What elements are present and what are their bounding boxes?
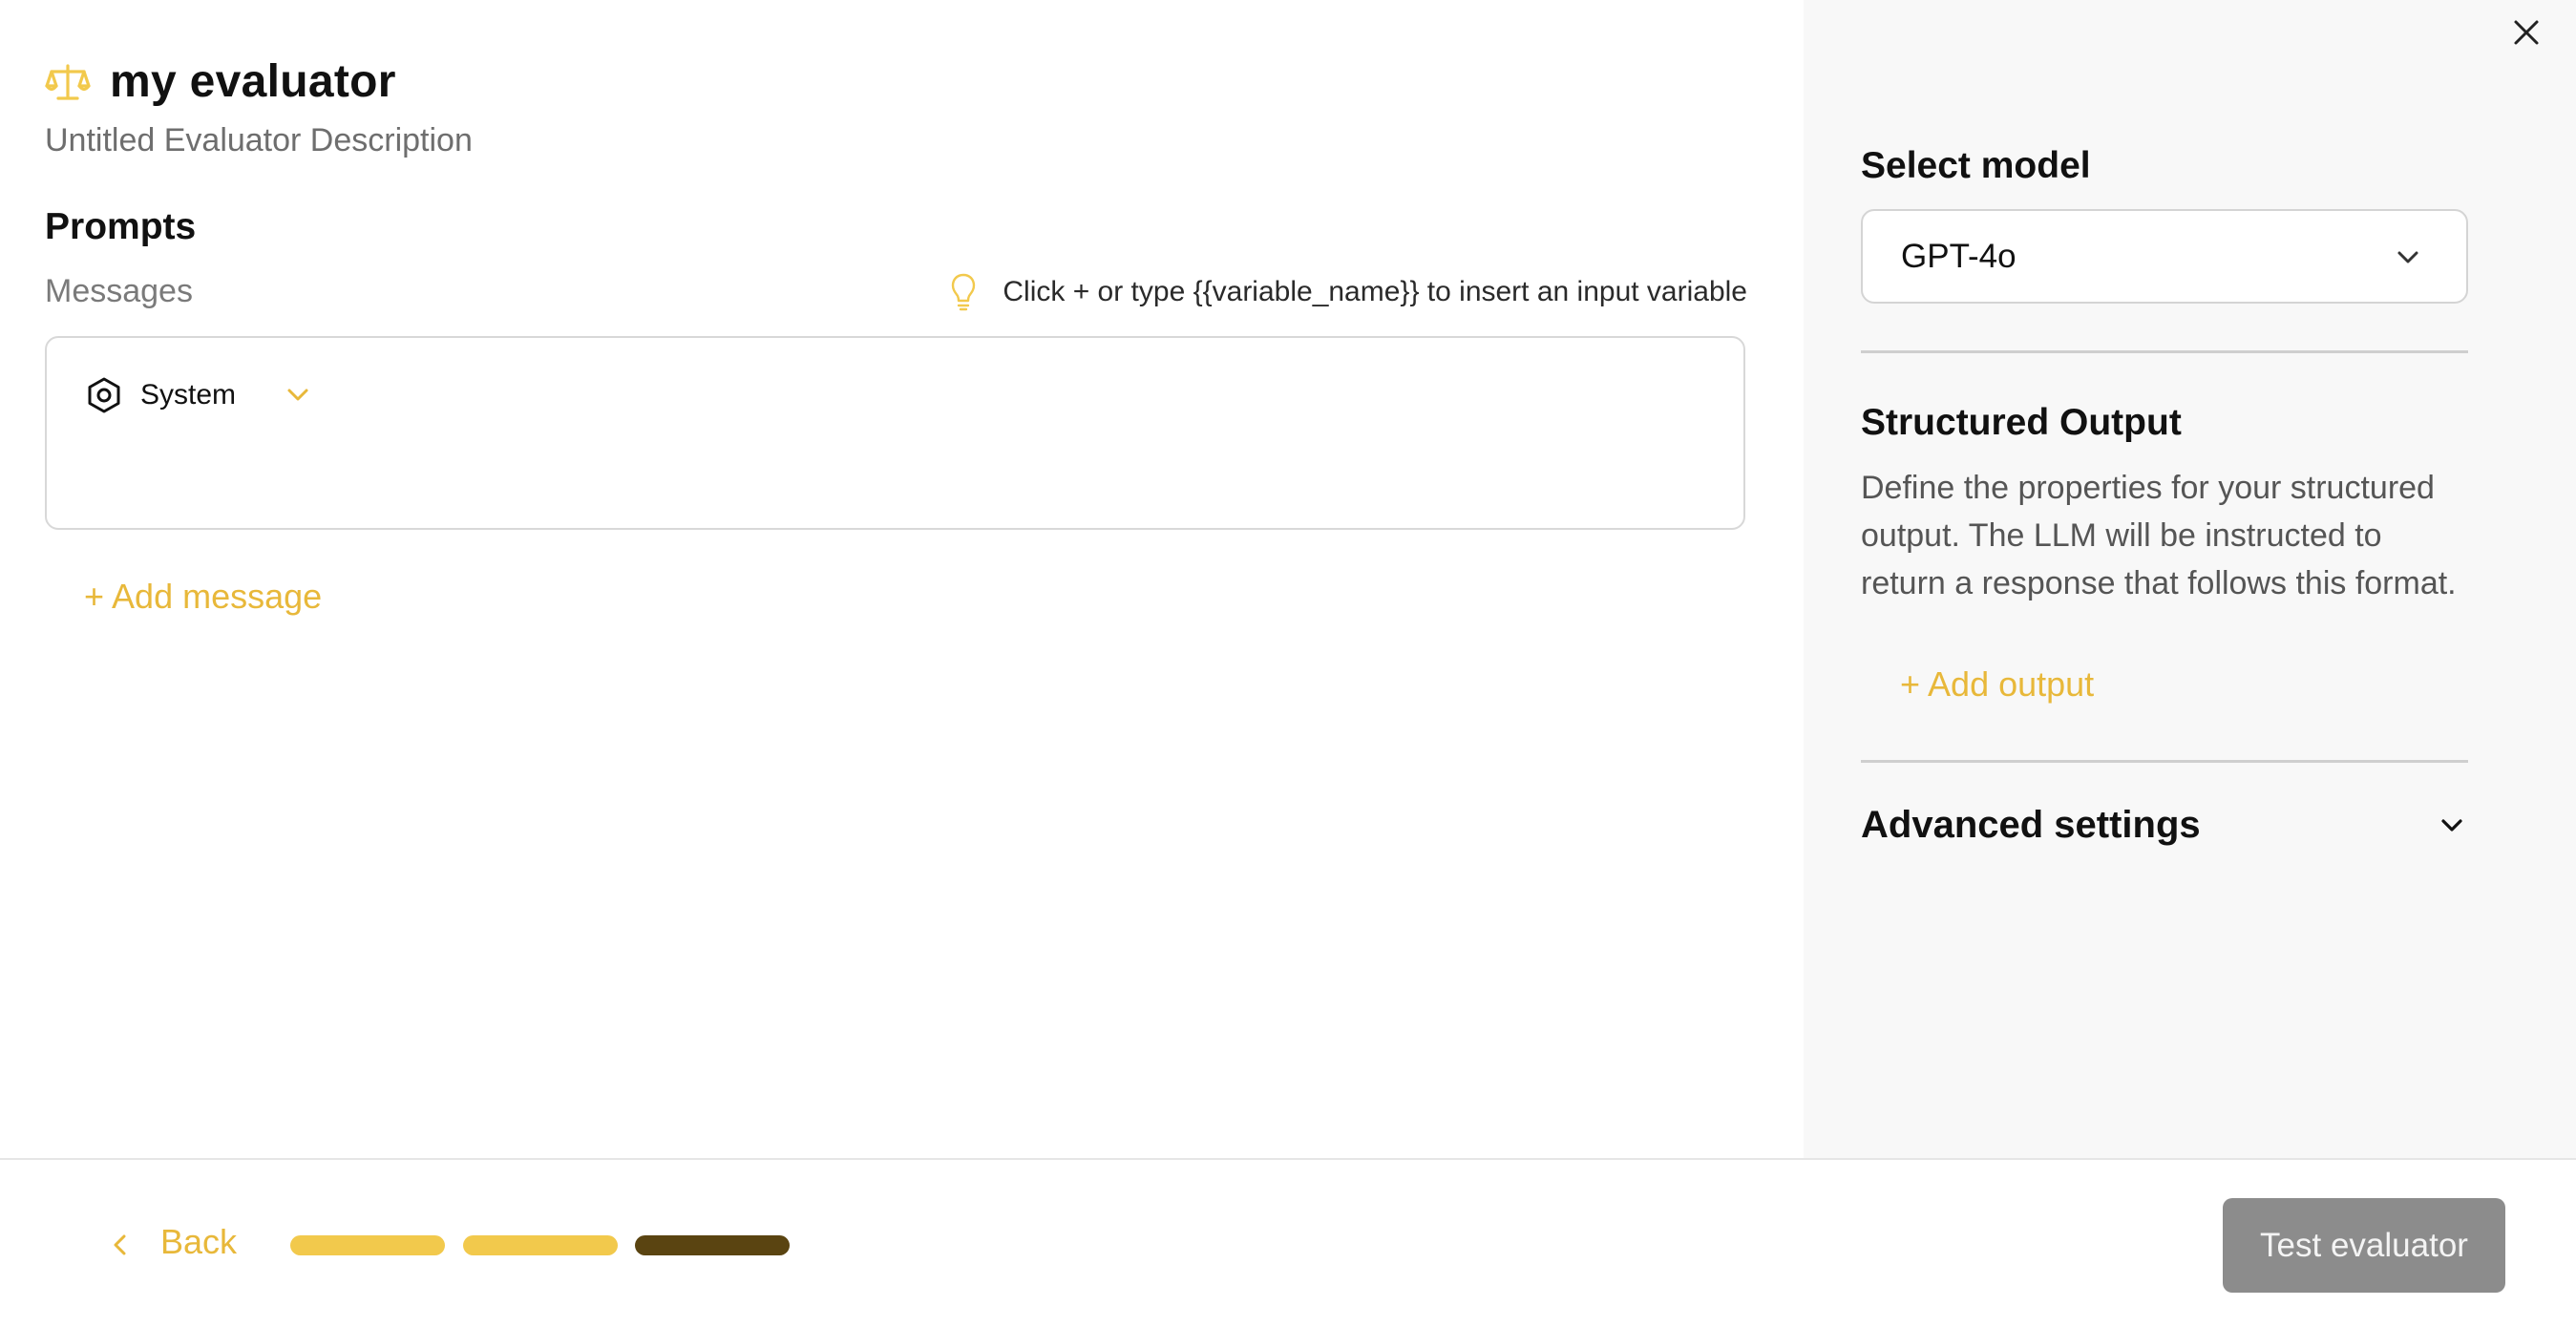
message-role-label: System — [140, 379, 237, 411]
message-card[interactable]: System — [45, 336, 1745, 530]
chevron-down-icon — [2436, 810, 2468, 842]
close-icon[interactable] — [2509, 15, 2544, 50]
variable-hint: Click + or type {{variable_name}} to ins… — [949, 272, 1747, 312]
add-message-button[interactable]: + Add message — [84, 577, 322, 617]
message-role-selector[interactable]: System — [85, 376, 314, 414]
prompts-heading: Prompts — [45, 206, 197, 247]
scale-icon — [45, 63, 91, 101]
chevron-down-icon[interactable] — [282, 379, 314, 411]
model-select[interactable]: GPT-4o — [1861, 209, 2468, 304]
variable-hint-text: Click + or type {{variable_name}} to ins… — [1003, 276, 1747, 307]
select-model-heading: Select model — [1861, 145, 2091, 186]
advanced-settings-toggle[interactable]: Advanced settings — [1861, 804, 2468, 847]
evaluator-title[interactable]: my evaluator — [110, 55, 396, 108]
structured-output-description: Define the properties for your structure… — [1861, 470, 2457, 601]
chevron-left-icon — [107, 1228, 134, 1256]
model-select-value: GPT-4o — [1901, 237, 2016, 275]
system-icon — [85, 376, 123, 414]
step-indicator-2 — [463, 1235, 618, 1255]
evaluator-description[interactable]: Untitled Evaluator Description — [45, 122, 473, 159]
messages-label: Messages — [45, 273, 193, 309]
back-button[interactable]: Back — [107, 1222, 237, 1262]
step-indicator-1 — [290, 1235, 445, 1255]
divider — [1861, 760, 2468, 763]
lightbulb-icon — [949, 272, 978, 312]
add-output-button[interactable]: + Add output — [1900, 664, 2094, 705]
step-indicator-3 — [635, 1235, 790, 1255]
advanced-settings-label: Advanced settings — [1861, 804, 2201, 846]
back-label: Back — [160, 1222, 238, 1261]
title-row: my evaluator — [45, 55, 396, 108]
divider — [1861, 350, 2468, 353]
chevron-down-icon — [2392, 242, 2424, 274]
structured-output-heading: Structured Output — [1861, 402, 2182, 443]
test-evaluator-button[interactable]: Test evaluator — [2223, 1198, 2505, 1293]
editor-panel: my evaluator Untitled Evaluator Descript… — [0, 0, 1804, 1158]
